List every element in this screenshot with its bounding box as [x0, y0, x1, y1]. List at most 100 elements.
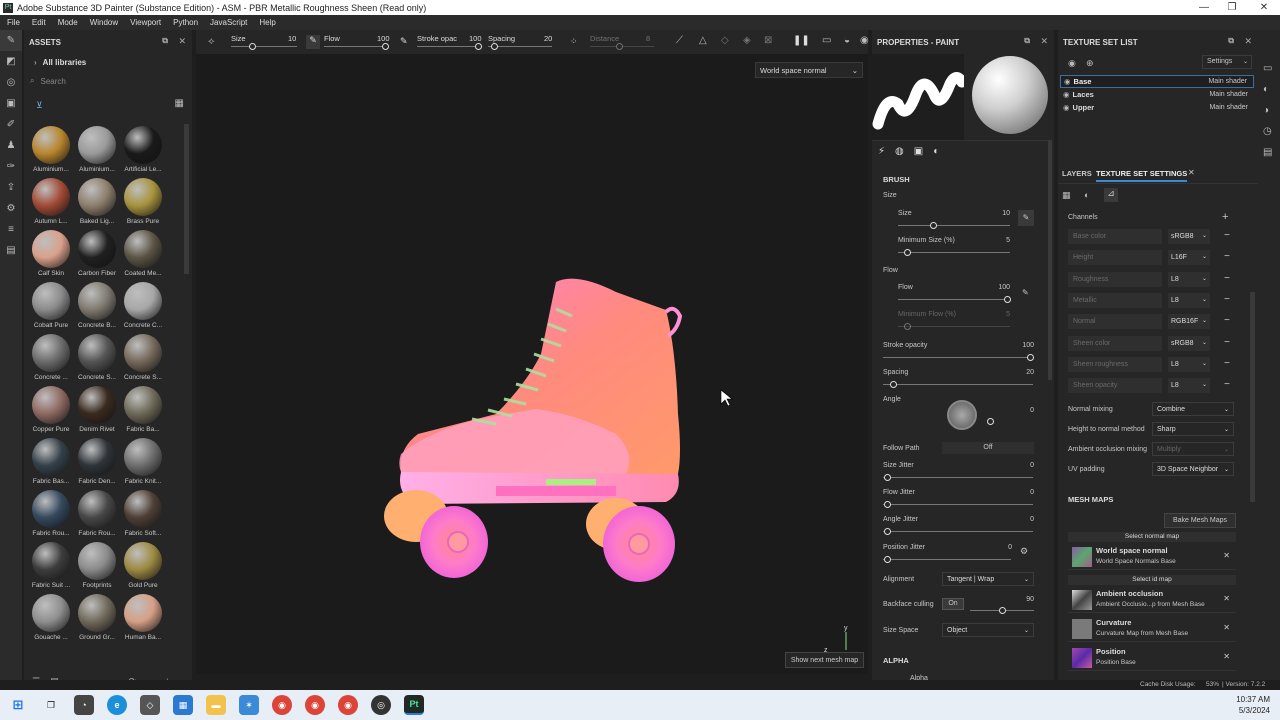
stroke-opacity-slider[interactable] [883, 357, 1033, 358]
ruler-icon[interactable]: ≡ [0, 219, 22, 240]
restore-button[interactable]: ❐ [1216, 0, 1248, 15]
viewport-layout-icon[interactable]: ▭ [822, 35, 831, 46]
remove-channel-icon[interactable]: − [1224, 293, 1230, 307]
stencil-tab-icon[interactable]: ▣ [914, 146, 923, 157]
lazy-mouse-icon[interactable]: ⟡ [208, 36, 215, 47]
texture-set-laces[interactable]: ◉ Laces Main shader [1060, 88, 1254, 101]
menu-help[interactable]: Help [252, 18, 280, 27]
pen-pressure-icon[interactable]: ✎ [306, 35, 320, 49]
settings-gear-icon[interactable]: ⚙ [0, 198, 22, 219]
close-panel-icon[interactable]: ✕ [1244, 36, 1252, 47]
render-mode-icon[interactable]: ◒ [844, 35, 850, 46]
backface-culling-toggle[interactable]: On [942, 598, 964, 610]
follow-path-toggle[interactable]: Off [942, 442, 1034, 454]
flow-jitter-slider[interactable] [883, 504, 1033, 505]
brush-tab-icon[interactable]: ⚡ [878, 146, 885, 157]
asset-tile[interactable]: Fabric Rou... [74, 488, 120, 540]
material-preview-sphere[interactable] [972, 56, 1048, 134]
eye-icon[interactable]: ◉ [1064, 77, 1071, 86]
file-explorer-icon[interactable]: ▬ [206, 695, 226, 715]
height-to-normal-select[interactable]: Sharp ⌄ [1152, 422, 1234, 436]
chrome-icon[interactable]: ◉ [272, 695, 292, 715]
calculator-icon[interactable]: ▦ [173, 695, 193, 715]
tss-scrollbar[interactable] [1250, 292, 1255, 502]
color-picker-icon[interactable]: ✑ [0, 156, 22, 177]
bake-mesh-maps-button[interactable]: Bake Mesh Maps [1164, 513, 1236, 528]
asset-tile[interactable]: Coated Me... [120, 228, 166, 280]
close-panel-icon[interactable]: ✕ [178, 36, 186, 47]
chrome-icon[interactable]: ◉ [338, 695, 358, 715]
asset-tile[interactable]: Ground Gr... [74, 592, 120, 644]
camera-icon[interactable]: ◈ [743, 35, 751, 46]
float-panel-icon[interactable]: ⧉ [1228, 36, 1234, 46]
pen-pressure-icon[interactable]: ✎ [1022, 288, 1029, 297]
shader-icon[interactable]: ◐ [1084, 190, 1089, 200]
channel-format-select[interactable]: L8 ⌄ [1168, 378, 1210, 394]
pause-icon[interactable]: ❚❚ [793, 35, 810, 46]
asset-tile[interactable]: Footprints [74, 540, 120, 592]
asset-tile[interactable]: Concrete ... [28, 332, 74, 384]
asset-tile[interactable]: Human Ba... [120, 592, 166, 644]
uv-icon[interactable]: ⊿ [1104, 188, 1118, 202]
close-tab-icon[interactable]: ✕ [1188, 168, 1195, 177]
remove-channel-icon[interactable]: − [1224, 272, 1230, 286]
texture-set-upper[interactable]: ◉ Upper Main shader [1060, 101, 1254, 114]
channel-format-select[interactable]: L8 ⌄ [1168, 292, 1210, 308]
mesh-map-ambient-occlusion[interactable]: Ambient occlusion Ambient Occlusio...p f… [1068, 587, 1236, 613]
pen-pressure-icon[interactable]: ✎ [400, 36, 408, 47]
viewport-mode-select[interactable]: World space normal ⌄ [755, 62, 863, 78]
remove-channel-icon[interactable]: − [1224, 314, 1230, 328]
obs-icon[interactable]: ◎ [371, 695, 391, 715]
shader-settings-icon[interactable]: ◑ [1263, 100, 1280, 121]
select-id-map-button[interactable]: Select id map [1068, 575, 1236, 585]
channel-format-select[interactable]: L16F ⌄ [1168, 250, 1210, 266]
asset-tile[interactable]: Cobalt Pure [28, 280, 74, 332]
asset-tile[interactable]: Fabric Knit... [120, 436, 166, 488]
search-input[interactable]: Search [40, 77, 65, 86]
asset-tile[interactable]: Aluminium... [28, 124, 74, 176]
asset-tile[interactable]: Autumn L... [28, 176, 74, 228]
asset-tile[interactable]: Concrete B... [74, 280, 120, 332]
normal-mixing-select[interactable]: Combine ⌄ [1152, 402, 1234, 416]
crop-icon[interactable]: ⊠ [764, 35, 772, 46]
geometry-mask-icon[interactable]: ▣ [0, 93, 22, 114]
channel-format-select[interactable]: L8 ⌄ [1168, 271, 1210, 287]
asset-tile[interactable]: Copper Pure [28, 384, 74, 436]
log-icon[interactable]: ▤ [1263, 142, 1280, 163]
camera-view-icon[interactable]: ◉ [860, 35, 869, 46]
mesh-map-curvature[interactable]: Curvature Curvature Map from Mesh Base ✕ [1068, 616, 1236, 642]
grid-view-icon[interactable]: ▦ [175, 98, 184, 109]
asset-tile[interactable]: Fabric Soft... [120, 488, 166, 540]
history-icon[interactable]: ◷ [1263, 121, 1280, 142]
mirror-icon[interactable]: △ [699, 35, 707, 46]
windows-start-icon[interactable]: ⊞ [8, 695, 28, 715]
menu-javascript[interactable]: JavaScript [203, 18, 252, 27]
asset-tile[interactable]: Fabric Den... [74, 436, 120, 488]
size-jitter-slider[interactable] [883, 477, 1033, 478]
settings-dropdown[interactable]: Settings ⌄ [1202, 55, 1252, 69]
asset-tile[interactable]: Brass Pure [120, 176, 166, 228]
asset-tile[interactable]: Aluminium... [74, 124, 120, 176]
flow-slider[interactable] [898, 299, 1010, 300]
angle-dial[interactable] [947, 400, 977, 430]
substance-painter-icon[interactable]: Pt [404, 695, 424, 715]
stroke-opacity-slider[interactable]: Stroke opac 100 [417, 30, 482, 54]
eye-icon[interactable]: ◉ [1063, 90, 1070, 99]
asset-tile[interactable]: Concrete C... [120, 280, 166, 332]
material-tab-icon[interactable]: ◍ [895, 146, 904, 157]
uv-padding-select[interactable]: 3D Space Neighbor ⌄ [1152, 462, 1234, 476]
mesh-map-world-normal[interactable]: World space normal World Space Normals B… [1068, 544, 1236, 570]
size-slider[interactable] [898, 225, 1010, 226]
remove-channel-icon[interactable]: − [1224, 357, 1230, 371]
projection-icon[interactable]: ◎ [0, 72, 22, 93]
remove-icon[interactable]: ✕ [1223, 551, 1230, 560]
stroke-mode-icon[interactable]: ⁘ [570, 36, 578, 47]
app-icon[interactable]: ✶ [239, 695, 259, 715]
flow-slider[interactable]: Flow 100 [324, 30, 390, 54]
assets-scrollbar[interactable] [184, 124, 189, 274]
paint-brush-icon[interactable]: ✎ [0, 30, 22, 51]
channel-format-select[interactable]: sRGB8 ⌄ [1168, 335, 1210, 351]
asset-tile[interactable]: Gold Pure [120, 540, 166, 592]
asset-tile[interactable]: Baked Lig... [74, 176, 120, 228]
remove-icon[interactable]: ✕ [1223, 594, 1230, 603]
